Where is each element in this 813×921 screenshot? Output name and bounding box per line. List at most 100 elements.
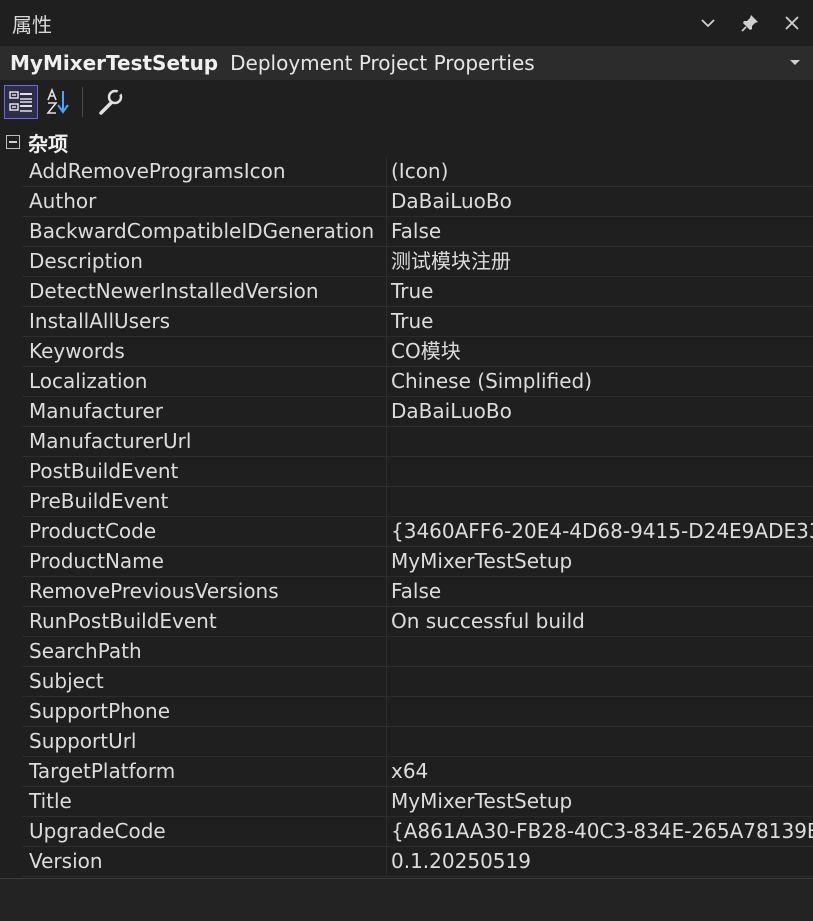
property-row[interactable]: UpgradeCode {A861AA30-FB28-40C3-834E-265A… xyxy=(22,817,813,847)
property-row[interactable]: AddRemoveProgramsIcon (Icon) xyxy=(22,157,813,187)
property-value[interactable] xyxy=(387,697,813,726)
property-value[interactable]: Chinese (Simplified) xyxy=(387,367,813,396)
object-name: MyMixerTestSetup xyxy=(10,51,219,75)
property-value[interactable]: MyMixerTestSetup xyxy=(387,547,813,576)
window-position-button[interactable] xyxy=(687,0,729,46)
close-icon xyxy=(785,16,799,30)
property-name[interactable]: Author xyxy=(22,187,387,216)
property-row[interactable]: RunPostBuildEvent On successful build xyxy=(22,607,813,637)
dropdown-arrow-icon xyxy=(790,60,800,65)
property-name[interactable]: PreBuildEvent xyxy=(22,487,387,516)
property-value[interactable]: 测试模块注册 xyxy=(387,247,813,276)
toolbar-separator xyxy=(82,87,83,117)
property-name[interactable]: Keywords xyxy=(22,337,387,366)
property-name[interactable]: DetectNewerInstalledVersion xyxy=(22,277,387,306)
property-value[interactable] xyxy=(387,637,813,666)
alphabetical-icon xyxy=(46,88,69,114)
property-row[interactable]: Author DaBaiLuoBo xyxy=(22,187,813,217)
category-label: 杂项 xyxy=(28,131,68,156)
categorized-button[interactable] xyxy=(4,85,38,119)
property-row[interactable]: InstallAllUsers True xyxy=(22,307,813,337)
property-row[interactable]: ManufacturerUrl xyxy=(22,427,813,457)
property-row[interactable]: Keywords CO模块 xyxy=(22,337,813,367)
property-name[interactable]: BackwardCompatibleIDGeneration xyxy=(22,217,387,246)
property-row[interactable]: ProductCode {3460AFF6-20E4-4D68-9415-D24E… xyxy=(22,517,813,547)
close-button[interactable] xyxy=(771,0,813,46)
property-name[interactable]: Manufacturer xyxy=(22,397,387,426)
property-value[interactable]: {A861AA30-FB28-40C3-834E-265A78139B xyxy=(387,817,813,846)
pin-button[interactable] xyxy=(729,0,771,46)
property-name[interactable]: ManufacturerUrl xyxy=(22,427,387,456)
property-name[interactable]: Title xyxy=(22,787,387,816)
object-type: Deployment Project Properties xyxy=(230,51,535,75)
property-row[interactable]: SearchPath xyxy=(22,637,813,667)
property-name[interactable]: Description xyxy=(22,247,387,276)
property-row[interactable]: Manufacturer DaBaiLuoBo xyxy=(22,397,813,427)
property-name[interactable]: ProductName xyxy=(22,547,387,576)
property-value[interactable]: (Icon) xyxy=(387,157,813,186)
property-row[interactable]: TargetPlatform x64 xyxy=(22,757,813,787)
property-value[interactable]: True xyxy=(387,277,813,306)
property-value[interactable]: MyMixerTestSetup xyxy=(387,787,813,816)
category-header[interactable]: 杂项 xyxy=(0,127,813,157)
property-row[interactable]: ProductName MyMixerTestSetup xyxy=(22,547,813,577)
property-value[interactable] xyxy=(387,457,813,486)
chevron-down-icon xyxy=(701,19,715,28)
property-name[interactable]: RemovePreviousVersions xyxy=(22,577,387,606)
property-row[interactable]: Title MyMixerTestSetup xyxy=(22,787,813,817)
object-selector-dropdown[interactable] xyxy=(789,59,801,67)
property-row[interactable]: BackwardCompatibleIDGeneration False xyxy=(22,217,813,247)
titlebar-actions xyxy=(687,0,813,46)
property-name[interactable]: RunPostBuildEvent xyxy=(22,607,387,636)
property-value[interactable] xyxy=(387,427,813,456)
property-row[interactable]: PreBuildEvent xyxy=(22,487,813,517)
property-row[interactable]: Subject xyxy=(22,667,813,697)
collapse-icon[interactable] xyxy=(6,135,20,149)
property-value[interactable]: False xyxy=(387,577,813,606)
property-name[interactable]: ProductCode xyxy=(22,517,387,546)
property-name[interactable]: PostBuildEvent xyxy=(22,457,387,486)
categorized-icon xyxy=(9,91,32,112)
property-name[interactable]: InstallAllUsers xyxy=(22,307,387,336)
property-row[interactable]: DetectNewerInstalledVersion True xyxy=(22,277,813,307)
description-pane xyxy=(0,878,813,921)
property-pages-button[interactable] xyxy=(93,85,127,119)
property-row[interactable]: SupportUrl xyxy=(22,727,813,757)
panel-title: 属性 xyxy=(12,12,52,37)
property-value[interactable]: 0.1.20250519 xyxy=(387,847,813,876)
property-row[interactable]: Description 测试模块注册 xyxy=(22,247,813,277)
properties-toolbar xyxy=(0,80,813,124)
property-value[interactable] xyxy=(387,487,813,516)
property-row[interactable]: Version 0.1.20250519 xyxy=(22,847,813,877)
property-pages-icon xyxy=(99,89,123,115)
property-name[interactable]: SearchPath xyxy=(22,637,387,666)
pin-icon xyxy=(741,15,758,32)
property-value[interactable] xyxy=(387,667,813,696)
property-name[interactable]: AddRemoveProgramsIcon xyxy=(22,157,387,186)
property-value[interactable]: CO模块 xyxy=(387,337,813,366)
property-name[interactable]: Localization xyxy=(22,367,387,396)
property-grid: 杂项 AddRemoveProgramsIcon (Icon) Author DaBa… xyxy=(0,127,813,877)
property-rows: AddRemoveProgramsIcon (Icon) Author DaBaiLu… xyxy=(0,157,813,877)
property-value[interactable]: False xyxy=(387,217,813,246)
property-row[interactable]: RemovePreviousVersions False xyxy=(22,577,813,607)
property-name[interactable]: Version xyxy=(22,847,387,876)
property-value[interactable] xyxy=(387,727,813,756)
property-name[interactable]: SupportUrl xyxy=(22,727,387,756)
property-value[interactable]: DaBaiLuoBo xyxy=(387,187,813,216)
property-row[interactable]: Localization Chinese (Simplified) xyxy=(22,367,813,397)
property-name[interactable]: SupportPhone xyxy=(22,697,387,726)
property-value[interactable]: x64 xyxy=(387,757,813,786)
property-row[interactable]: SupportPhone xyxy=(22,697,813,727)
alphabetical-button[interactable] xyxy=(42,85,76,119)
property-value[interactable]: {3460AFF6-20E4-4D68-9415-D24E9ADE334 xyxy=(387,517,813,546)
panel-titlebar: 属性 xyxy=(0,0,813,46)
property-value[interactable]: On successful build xyxy=(387,607,813,636)
property-value[interactable]: True xyxy=(387,307,813,336)
property-name[interactable]: TargetPlatform xyxy=(22,757,387,786)
property-name[interactable]: Subject xyxy=(22,667,387,696)
property-value[interactable]: DaBaiLuoBo xyxy=(387,397,813,426)
property-row[interactable]: PostBuildEvent xyxy=(22,457,813,487)
property-name[interactable]: UpgradeCode xyxy=(22,817,387,846)
object-selector[interactable]: MyMixerTestSetup Deployment Project Prop… xyxy=(0,46,813,80)
